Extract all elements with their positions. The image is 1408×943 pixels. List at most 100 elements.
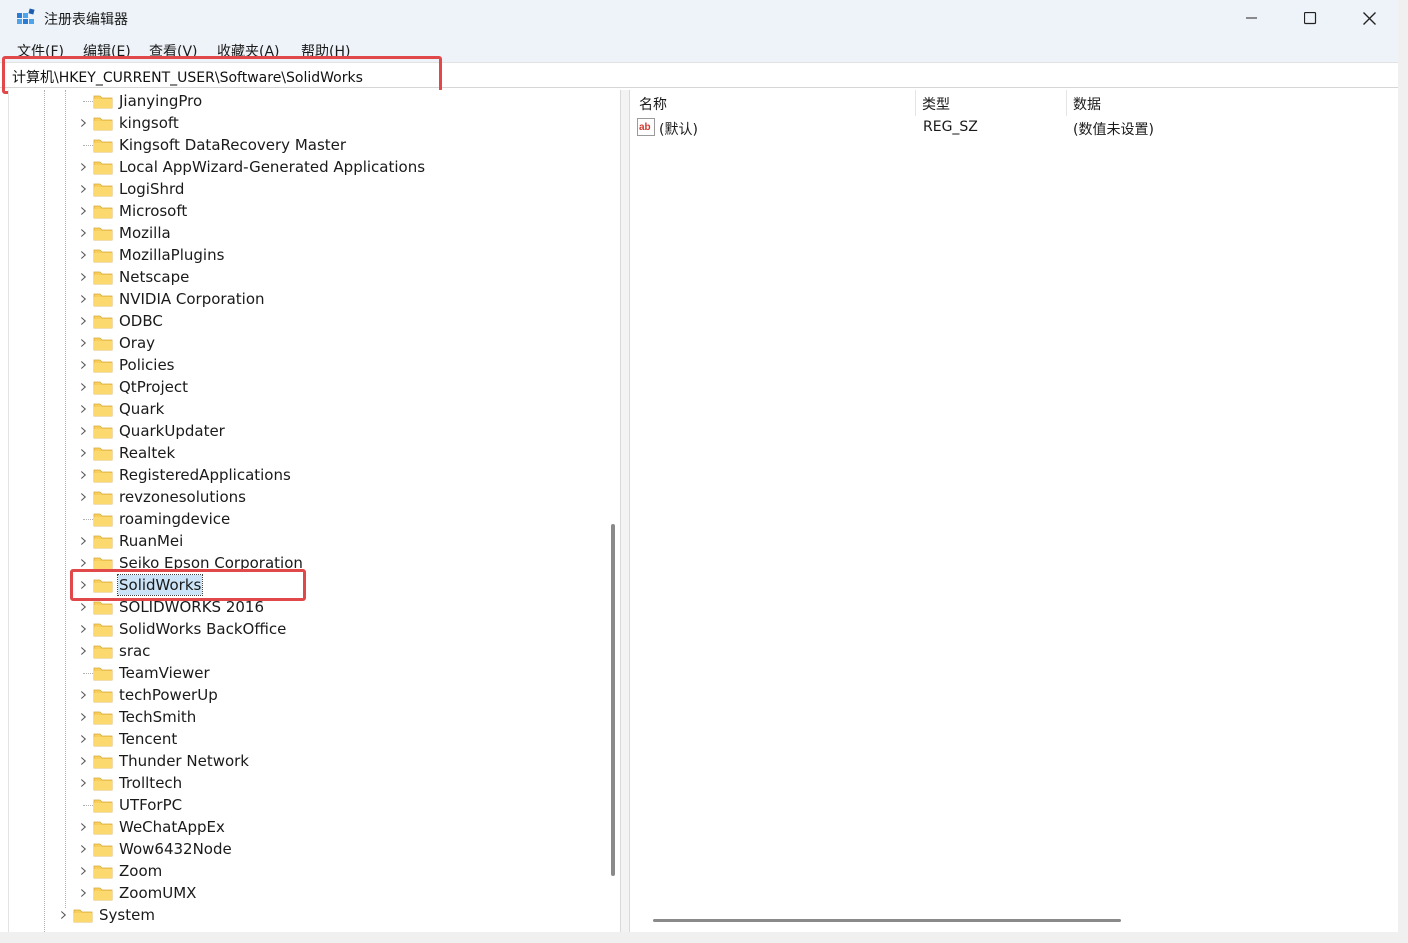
tree-expander[interactable]	[77, 420, 89, 442]
tree-item-kingsoft-datarecovery-master[interactable]: Kingsoft DataRecovery Master	[77, 134, 347, 156]
tree-expander[interactable]	[77, 706, 89, 728]
tree-item-seiko-epson-corporation[interactable]: Seiko Epson Corporation	[77, 552, 304, 574]
tree-item-quark[interactable]: Quark	[77, 398, 165, 420]
value-data[interactable]: (数值未设置)	[1073, 119, 1154, 139]
tree-item-label: Oray	[119, 334, 156, 352]
tree-expander[interactable]	[77, 354, 89, 376]
menu-view[interactable]: 查看(V)	[149, 41, 198, 61]
tree-expander[interactable]	[77, 772, 89, 794]
tree-item-wechatappex[interactable]: WeChatAppEx	[77, 816, 226, 838]
tree-expander[interactable]	[77, 618, 89, 640]
menu-help[interactable]: 帮助(H)	[301, 41, 350, 61]
tree-item-label: Microsoft	[119, 202, 188, 220]
tree-expander[interactable]	[77, 464, 89, 486]
tree-item-nvidia-corporation[interactable]: NVIDIA Corporation	[77, 288, 266, 310]
column-header-name[interactable]: 名称	[639, 94, 667, 114]
tree-expander[interactable]	[77, 816, 89, 838]
column-header-type[interactable]: 类型	[922, 94, 950, 114]
value-type[interactable]: REG_SZ	[923, 119, 978, 135]
tree-item-kingsoft[interactable]: kingsoft	[77, 112, 180, 134]
tree-expander[interactable]	[77, 530, 89, 552]
tree-item-techsmith[interactable]: TechSmith	[77, 706, 197, 728]
column-header-data[interactable]: 数据	[1073, 94, 1101, 114]
folder-icon	[93, 249, 113, 263]
column-separator[interactable]	[915, 90, 916, 116]
tree-item-odbc[interactable]: ODBC	[77, 310, 164, 332]
tree-expander[interactable]	[77, 112, 89, 134]
tree-expander[interactable]	[77, 376, 89, 398]
tree-item-solidworks-backoffice[interactable]: SolidWorks BackOffice	[77, 618, 287, 640]
tree-item-revzonesolutions[interactable]: revzonesolutions	[77, 486, 247, 508]
tree-item-ruanmei[interactable]: RuanMei	[77, 530, 184, 552]
tree-item-qtproject[interactable]: QtProject	[77, 376, 189, 398]
chevron-right-icon	[80, 845, 86, 853]
tree-expander[interactable]	[77, 288, 89, 310]
tree-item-solidworks-2016[interactable]: SOLIDWORKS 2016	[77, 596, 265, 618]
tree-item-mozillaplugins[interactable]: MozillaPlugins	[77, 244, 225, 266]
tree-expander[interactable]	[77, 486, 89, 508]
address-bar[interactable]: 计算机\HKEY_CURRENT_USER\Software\SolidWork…	[0, 62, 1398, 88]
tree-expander[interactable]	[77, 244, 89, 266]
tree-item-system[interactable]: System	[57, 904, 156, 926]
tree-expander[interactable]	[77, 178, 89, 200]
menu-edit[interactable]: 编辑(E)	[83, 41, 131, 61]
tree-expander[interactable]	[77, 882, 89, 904]
tree-expander[interactable]	[77, 442, 89, 464]
tree-item-microsoft[interactable]: Microsoft	[77, 200, 188, 222]
tree-item-roamingdevice[interactable]: roamingdevice	[77, 508, 231, 530]
address-path[interactable]: 计算机\HKEY_CURRENT_USER\Software\SolidWork…	[12, 67, 363, 87]
tree-expander[interactable]	[77, 200, 89, 222]
key-tree-pane[interactable]: JianyingPro kingsoft Kingsoft DataRecovery…	[8, 90, 620, 932]
tree-expander[interactable]	[77, 750, 89, 772]
tree-expander[interactable]	[77, 266, 89, 288]
tree-expander[interactable]	[77, 728, 89, 750]
tree-expander[interactable]	[77, 332, 89, 354]
tree-expander[interactable]	[77, 684, 89, 706]
tree-item-zoom[interactable]: Zoom	[77, 860, 163, 882]
tree-item-registeredapplications[interactable]: RegisteredApplications	[77, 464, 292, 486]
maximize-button[interactable]	[1281, 0, 1339, 36]
tree-expander[interactable]	[77, 398, 89, 420]
column-separator[interactable]	[1066, 90, 1067, 116]
tree-item-jianyingpro[interactable]: JianyingPro	[77, 90, 203, 112]
tree-expander[interactable]	[77, 596, 89, 618]
tree-item-techpowerup[interactable]: techPowerUp	[77, 684, 219, 706]
tree-item-solidworks[interactable]: SolidWorks	[77, 574, 204, 596]
close-button[interactable]	[1340, 0, 1398, 36]
tree-item-label: Mozilla	[119, 224, 171, 242]
tree-expander[interactable]	[77, 838, 89, 860]
value-name[interactable]: (默认)	[659, 119, 698, 139]
minimize-button[interactable]	[1223, 0, 1281, 36]
tree-item-local-appwizard-generated-applications[interactable]: Local AppWizard-Generated Applications	[77, 156, 426, 178]
chevron-right-icon	[80, 757, 86, 765]
tree-item-logishrd[interactable]: LogiShrd	[77, 178, 185, 200]
tree-item-mozilla[interactable]: Mozilla	[77, 222, 172, 244]
tree-item-policies[interactable]: Policies	[77, 354, 175, 376]
tree-expander[interactable]	[77, 640, 89, 662]
tree-item-teamviewer[interactable]: TeamViewer	[77, 662, 211, 684]
tree-item-netscape[interactable]: Netscape	[77, 266, 190, 288]
tree-item-zoomumx[interactable]: ZoomUMX	[77, 882, 197, 904]
folder-icon	[93, 447, 113, 461]
tree-expander[interactable]	[77, 860, 89, 882]
tree-expander[interactable]	[57, 904, 69, 926]
tree-item-tencent[interactable]: Tencent	[77, 728, 178, 750]
list-hscrollbar-thumb[interactable]	[653, 919, 1121, 922]
menu-file[interactable]: 文件(F)	[17, 41, 64, 61]
tree-item-thunder-network[interactable]: Thunder Network	[77, 750, 250, 772]
tree-scrollbar-thumb[interactable]	[611, 524, 615, 876]
tree-expander[interactable]	[77, 574, 89, 596]
tree-expander[interactable]	[77, 552, 89, 574]
pane-splitter[interactable]	[620, 90, 630, 932]
tree-item-trolltech[interactable]: Trolltech	[77, 772, 183, 794]
menu-favorites[interactable]: 收藏夹(A)	[217, 41, 280, 61]
tree-expander[interactable]	[77, 222, 89, 244]
tree-item-srac[interactable]: srac	[77, 640, 151, 662]
tree-item-realtek[interactable]: Realtek	[77, 442, 176, 464]
tree-expander[interactable]	[77, 310, 89, 332]
tree-item-wow6432node[interactable]: Wow6432Node	[77, 838, 233, 860]
tree-expander[interactable]	[77, 156, 89, 178]
tree-item-quarkupdater[interactable]: QuarkUpdater	[77, 420, 226, 442]
values-list-pane[interactable]: 名称 类型 数据 ab (默认) REG_SZ (数值未设置)	[631, 90, 1398, 932]
tree-item-oray[interactable]: Oray	[77, 332, 156, 354]
